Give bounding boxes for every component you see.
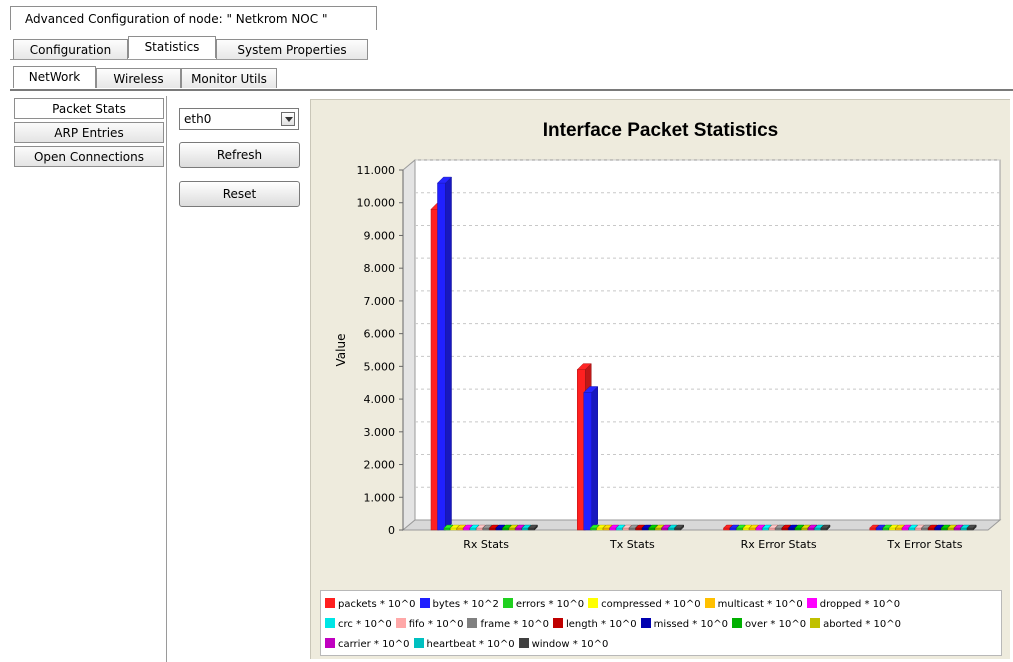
legend-swatch	[502, 598, 513, 608]
legend-swatch	[325, 598, 335, 608]
legend-swatch	[518, 638, 529, 648]
legend-item: carrier * 10^0	[325, 635, 410, 655]
legend-label: frame * 10^0	[480, 619, 549, 630]
legend-item: over * 10^0	[731, 615, 807, 635]
chart-legend: packets * 10^0 bytes * 10^2 errors * 10^0 c…	[320, 590, 1002, 656]
legend-item: crc * 10^0	[325, 615, 392, 635]
interface-select-value: eth0	[184, 112, 212, 126]
legend-item: dropped * 10^0	[806, 595, 901, 615]
legend-swatch	[419, 598, 430, 608]
legend-item: length * 10^0	[552, 615, 637, 635]
chevron-down-icon[interactable]	[281, 112, 295, 126]
legend-row: carrier * 10^0 heartbeat * 10^0 window * 1…	[325, 635, 997, 655]
reset-button[interactable]: Reset	[179, 181, 300, 207]
legend-label: packets * 10^0	[338, 599, 416, 610]
legend-label: bytes * 10^2	[432, 599, 499, 610]
chart-title: Interface Packet Statistics	[542, 120, 779, 141]
legend-label: carrier * 10^0	[338, 639, 410, 650]
chart-panel: Interface Packet Statistics	[310, 99, 1010, 659]
legend-label: crc * 10^0	[338, 619, 392, 630]
legend-label: missed * 10^0	[653, 619, 728, 630]
sidebar-item-open-connections[interactable]: Open Connections	[14, 146, 164, 167]
tab-configuration[interactable]: Configuration	[13, 39, 128, 59]
window-title-tab: Advanced Configuration of node: " Netkro…	[10, 6, 377, 30]
legend-item: multicast * 10^0	[704, 595, 803, 615]
legend-label: over * 10^0	[744, 619, 807, 630]
legend-row: crc * 10^0 fifo * 10^0 frame * 10^0 length …	[325, 615, 997, 635]
legend-item: missed * 10^0	[640, 615, 728, 635]
legend-row: packets * 10^0 bytes * 10^2 errors * 10^0 c…	[325, 595, 997, 615]
legend-swatch	[731, 618, 742, 628]
legend-item: heartbeat * 10^0	[413, 635, 515, 655]
legend-swatch	[588, 598, 599, 608]
sidebar-item-packet-stats[interactable]: Packet Stats	[14, 98, 164, 119]
legend-label: compressed * 10^0	[601, 599, 701, 610]
tab-wireless[interactable]: Wireless	[96, 68, 181, 88]
legend-label: window * 10^0	[531, 639, 609, 650]
legend-label: heartbeat * 10^0	[426, 639, 515, 650]
legend-swatch	[552, 618, 563, 628]
refresh-button[interactable]: Refresh	[179, 142, 300, 168]
legend-swatch	[325, 638, 335, 648]
legend-item: compressed * 10^0	[588, 595, 701, 615]
interface-select[interactable]: eth0	[179, 108, 299, 130]
legend-item: window * 10^0	[518, 635, 609, 655]
legend-swatch	[704, 598, 715, 608]
legend-swatch	[640, 618, 651, 628]
legend-label: errors * 10^0	[515, 599, 585, 610]
legend-swatch	[806, 598, 817, 608]
legend-swatch	[395, 618, 406, 628]
legend-swatch	[467, 618, 478, 628]
legend-swatch	[325, 618, 335, 628]
legend-item: bytes * 10^2	[419, 595, 499, 615]
tab-statistics[interactable]: Statistics	[128, 36, 216, 58]
legend-item: packets * 10^0	[325, 595, 416, 615]
legend-item: frame * 10^0	[467, 615, 549, 635]
window-title: Advanced Configuration of node: " Netkro…	[25, 12, 328, 26]
tab-system-properties[interactable]: System Properties	[216, 39, 368, 59]
tab-monitor-utils[interactable]: Monitor Utils	[181, 68, 277, 88]
legend-label: dropped * 10^0	[819, 599, 901, 610]
legend-label: length * 10^0	[565, 619, 637, 630]
legend-label: aborted * 10^0	[823, 619, 902, 630]
tab-network[interactable]: NetWork	[13, 66, 96, 88]
legend-label: fifo * 10^0	[408, 619, 464, 630]
legend-swatch	[413, 638, 424, 648]
sidebar-item-arp-entries[interactable]: ARP Entries	[14, 122, 164, 143]
legend-item: errors * 10^0	[502, 595, 585, 615]
legend-label: multicast * 10^0	[717, 599, 803, 610]
legend-item: fifo * 10^0	[395, 615, 464, 635]
legend-item: aborted * 10^0	[810, 615, 901, 635]
sidebar-divider	[166, 96, 167, 662]
legend-swatch	[810, 618, 821, 628]
